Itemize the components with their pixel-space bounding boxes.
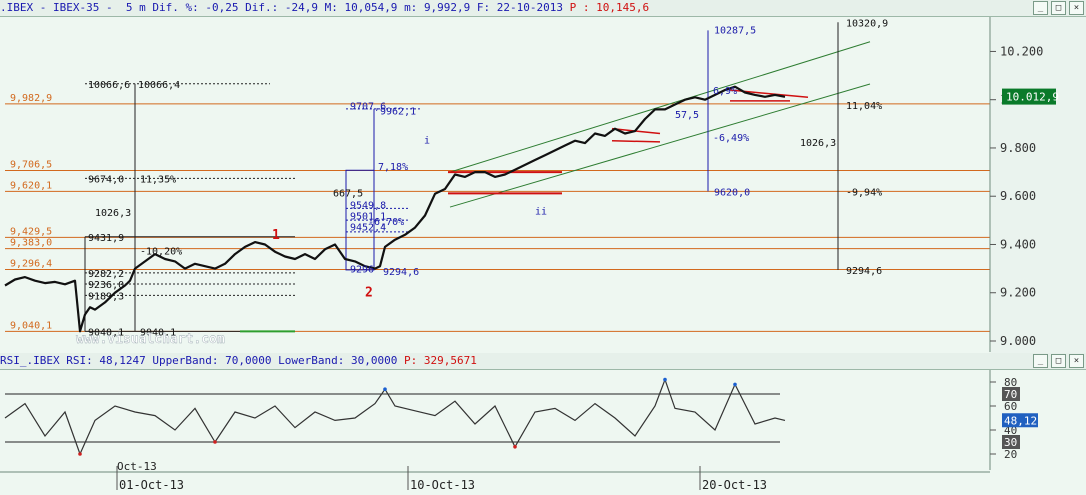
chart-annotation: 9294,6 (383, 267, 419, 278)
chart-annotation: 10066,6 (88, 80, 130, 91)
level-label: 9,620,1 (10, 180, 52, 191)
rsi-tag-label: 48,12 (1004, 414, 1037, 427)
rsi-extreme-point (733, 382, 737, 387)
level-label: 9,429,5 (10, 226, 52, 237)
chart-annotation: 57,5 (675, 110, 699, 121)
chart-annotation: 9452,4 (350, 222, 386, 233)
price-ytick-label: 10.200 (1000, 44, 1043, 58)
time-tick-label: 01-Oct-13 (119, 478, 184, 492)
level-label: 9,296,4 (10, 258, 52, 269)
rsi-extreme-point (513, 445, 517, 449)
chart-annotation: 11,04% (846, 101, 882, 112)
rsi-extreme-point (213, 440, 217, 444)
time-tick-label: 20-Oct-13 (702, 478, 767, 492)
chart-window: { "header": { "symbol": ".IBEX - IBEX-35… (0, 0, 1086, 495)
chart-annotation: 9296 (350, 265, 374, 276)
chart-annotation: 6,9% (713, 86, 737, 97)
rsi-extreme-point (383, 387, 387, 392)
watermark: www.visualchart.com (76, 332, 225, 347)
chart-annotation: 9620,0 (714, 187, 750, 198)
chart-annotation: 7,18% (378, 162, 408, 173)
time-tick-label: 10-Oct-13 (410, 478, 475, 492)
chart-annotation: 11,35% (140, 174, 176, 185)
chart-annotation: -9,94% (846, 187, 882, 198)
chart-annotation: 1 (272, 228, 280, 243)
rsi-tag-label: 30 (1004, 436, 1017, 449)
price-ytick-label: 9.400 (1000, 237, 1036, 251)
chart-annotation: 9236,0 (88, 280, 124, 291)
last-price-value: 10.012,9 (1006, 91, 1059, 104)
rsi-extreme-point (663, 377, 667, 382)
level-label: 9,040,1 (10, 320, 52, 331)
chart-annotation: 9549,8 (350, 201, 386, 212)
chart-annotation: 10320,9 (846, 18, 888, 29)
chart-annotation: -6,49% (713, 133, 749, 144)
price-pane[interactable]: 9,982,9 9,706,5 9,620,1 9,429,59,383,0 9,296… (0, 17, 990, 353)
chart-annotation: i (424, 136, 430, 147)
level-label: 9,706,5 (10, 160, 52, 171)
price-ytick-label: 9.000 (1000, 334, 1036, 348)
chart-annotation: 9189,3 (88, 291, 124, 302)
chart-annotation: 9962,1 (380, 107, 416, 118)
chart-annotation: ii (535, 207, 547, 218)
level-label: 9,982,9 (10, 93, 52, 104)
price-y-axis-area (991, 17, 1086, 353)
price-ytick-label: 9.800 (1000, 141, 1036, 155)
chart-annotation: 10287,5 (714, 26, 756, 37)
rsi-ytick-label: 20 (1004, 448, 1017, 461)
chart-annotation: -10,20% (140, 247, 182, 258)
chart-svg[interactable]: 9,982,9 9,706,5 9,620,1 9,429,59,383,0 9,296… (0, 0, 1086, 495)
level-label: 9,383,0 (10, 238, 52, 249)
chart-annotation: 9431,9 (88, 233, 124, 244)
chart-annotation: 9294,6 (846, 266, 882, 277)
price-ytick-label: 9.600 (1000, 189, 1036, 203)
chart-annotation: 667,5 (333, 189, 363, 200)
rsi-pane[interactable] (0, 370, 990, 466)
rsi-tag-label: 70 (1004, 388, 1017, 401)
chart-annotation: 1026,3 (800, 138, 836, 149)
chart-annotation: 1026,3 (95, 208, 131, 219)
chart-annotation: 10066,4 (138, 80, 180, 91)
chart-annotation: 9674,0 (88, 174, 124, 185)
rsi-plot-area (0, 370, 990, 466)
rsi-extreme-point (78, 452, 82, 456)
chart-annotation: 9282,2 (88, 269, 124, 280)
price-ytick-label: 9.200 (1000, 286, 1036, 300)
chart-annotation: 2 (365, 286, 373, 301)
rsi-ytick-label: 60 (1004, 400, 1017, 413)
time-tick-month: Oct-13 (117, 460, 157, 473)
